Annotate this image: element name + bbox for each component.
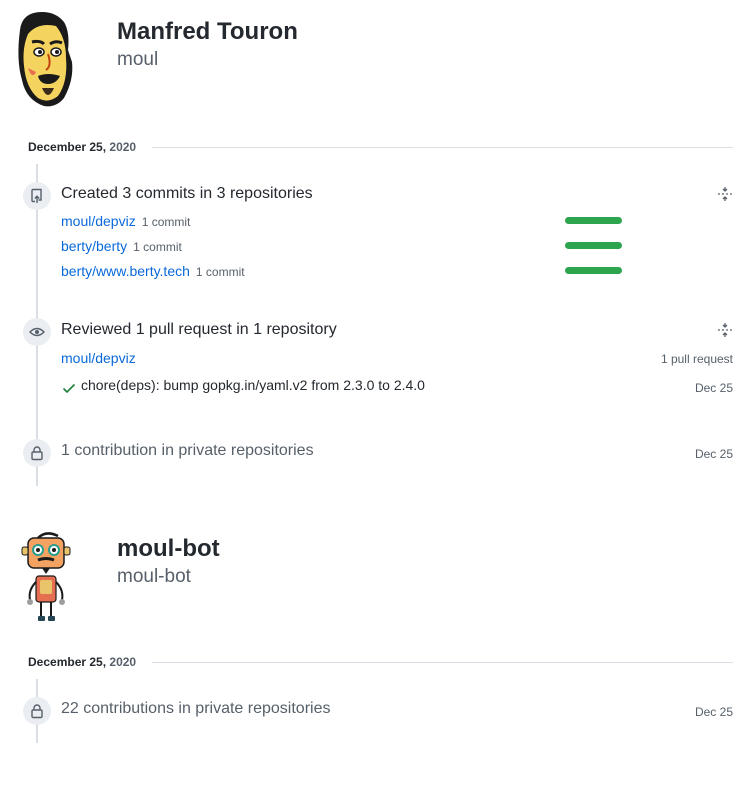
user-section-moul-bot: moul-bot moul-bot December 25, 2020 22 c… xyxy=(0,0,753,787)
private-contributions-date: Dec 25 xyxy=(694,705,733,719)
user-display-name[interactable]: moul-bot xyxy=(117,535,220,563)
user-login: moul-bot xyxy=(117,566,191,587)
date-header: December 25, 2020 xyxy=(28,655,136,669)
date-year: 2020 xyxy=(109,655,137,669)
date-divider xyxy=(152,662,733,663)
date-day: December 25, xyxy=(28,655,107,669)
lock-icon xyxy=(23,697,51,725)
avatar[interactable] xyxy=(14,530,78,626)
private-contributions-title: 22 contributions in private repositories xyxy=(61,700,331,717)
